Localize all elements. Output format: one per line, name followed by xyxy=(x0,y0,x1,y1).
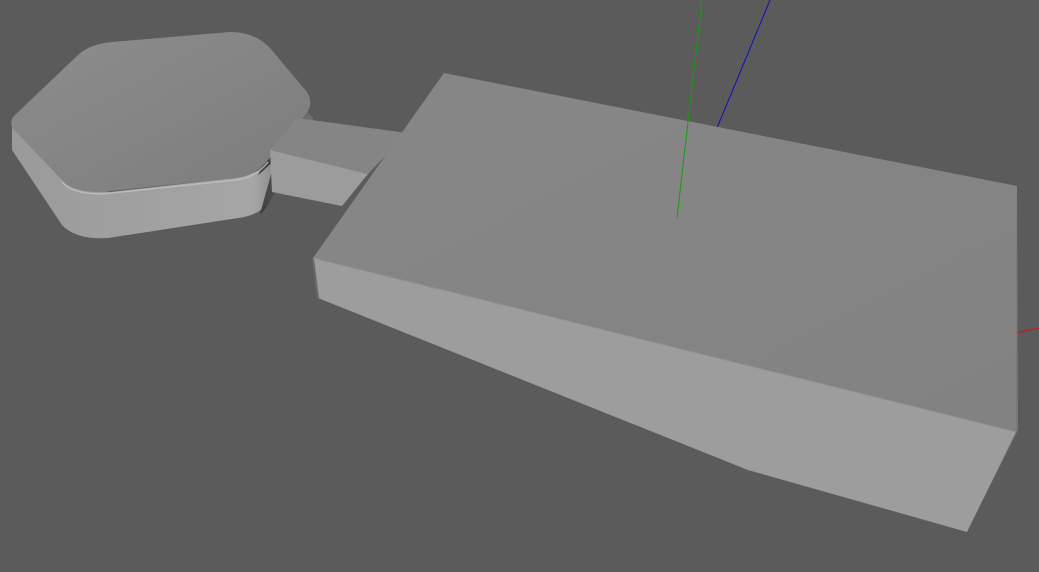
hexagon-disc[interactable] xyxy=(11,32,314,239)
3d-viewport[interactable] xyxy=(0,0,1039,572)
wedge-block[interactable] xyxy=(312,73,1018,532)
viewport-canvas[interactable] xyxy=(0,0,1039,572)
z-axis-line xyxy=(716,0,771,129)
x-axis-line xyxy=(1015,327,1039,334)
